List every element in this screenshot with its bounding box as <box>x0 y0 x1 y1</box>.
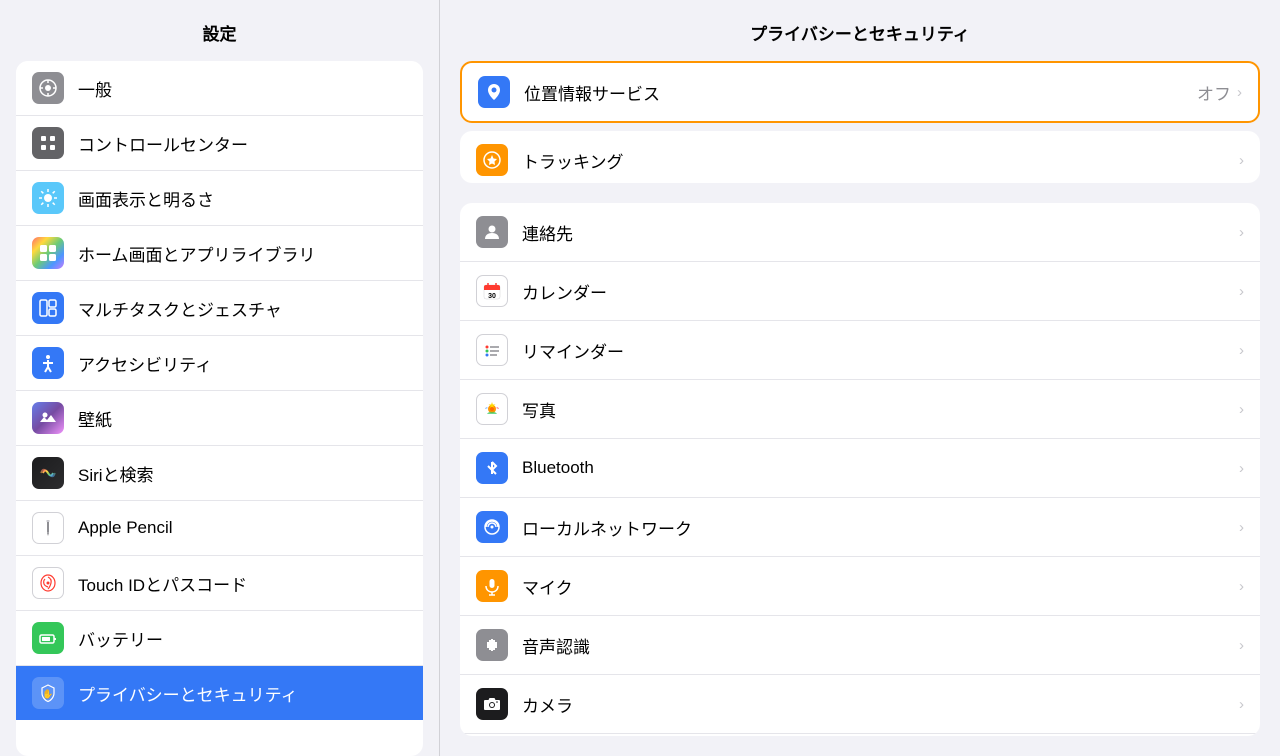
siri-icon <box>32 457 64 489</box>
battery-icon <box>32 622 64 654</box>
section-item-calendar[interactable]: 30 カレンダー › <box>460 262 1260 321</box>
sidebar-item-multitask[interactable]: マルチタスクとジェスチャ <box>16 281 423 336</box>
contacts-icon <box>476 216 508 248</box>
display-icon <box>32 182 64 214</box>
sidebar-item-wallpaper[interactable]: 壁紙 <box>16 391 423 446</box>
main-content: プライバシーとセキュリティ 位置情報サービス オフ › <box>440 0 1280 756</box>
sidebar-item-privacy-label: プライバシーとセキュリティ <box>78 681 298 706</box>
sidebar-item-accessibility[interactable]: アクセシビリティ <box>16 336 423 391</box>
section-item-mic[interactable]: マイク › <box>460 557 1260 616</box>
section-item-localnet-label: ローカルネットワーク <box>522 515 1239 540</box>
sidebar-item-home-label: ホーム画面とアプリライブラリ <box>78 241 316 266</box>
section-item-photos[interactable]: 写真 › <box>460 380 1260 439</box>
sidebar-item-pencil[interactable]: Apple Pencil <box>16 501 423 556</box>
section-item-localnet[interactable]: ローカルネットワーク › <box>460 498 1260 557</box>
localnet-chevron: › <box>1239 519 1244 536</box>
section-item-contacts-label: 連絡先 <box>522 220 1239 245</box>
section-item-voice-label: 音声認識 <box>522 633 1239 658</box>
wallpaper-icon <box>32 402 64 434</box>
section-item-tracking[interactable]: トラッキング › <box>460 131 1260 183</box>
camera-icon <box>476 688 508 720</box>
bluetooth-chevron: › <box>1239 460 1244 477</box>
location-icon <box>478 76 510 108</box>
tracking-icon <box>476 144 508 176</box>
mic-chevron: › <box>1239 578 1244 595</box>
camera-chevron: › <box>1239 696 1244 713</box>
section-item-location-value: オフ <box>1197 80 1231 105</box>
section-item-photos-label: 写真 <box>522 397 1239 422</box>
sidebar-item-touchid[interactable]: Touch IDとパスコード <box>16 556 423 611</box>
sidebar-item-battery[interactable]: バッテリー <box>16 611 423 666</box>
svg-text:✋: ✋ <box>42 688 53 699</box>
section-item-calendar-label: カレンダー <box>522 279 1239 304</box>
calendar-icon: 30 <box>476 275 508 307</box>
sidebar-title: 設定 <box>0 0 439 61</box>
bluetooth-icon <box>476 452 508 484</box>
section-item-health[interactable]: ヘルスケア › <box>460 734 1260 736</box>
location-chevron: › <box>1237 84 1242 101</box>
sidebar-item-pencil-label: Apple Pencil <box>78 518 173 538</box>
svg-text:30: 30 <box>488 293 496 300</box>
sidebar-item-touchid-label: Touch IDとパスコード <box>78 571 247 596</box>
accessibility-icon <box>32 347 64 379</box>
voice-chevron: › <box>1239 637 1244 654</box>
section-item-bluetooth[interactable]: Bluetooth › <box>460 439 1260 498</box>
section-item-voice[interactable]: 音声認識 › <box>460 616 1260 675</box>
sidebar-item-multitask-label: マルチタスクとジェスチャ <box>78 296 282 321</box>
section-item-camera[interactable]: カメラ › <box>460 675 1260 734</box>
sidebar-item-display[interactable]: 画面表示と明るさ <box>16 171 423 226</box>
touchid-icon-bg <box>32 567 64 599</box>
pencil-icon-bg <box>32 512 64 544</box>
photos-chevron: › <box>1239 401 1244 418</box>
section-item-reminders-label: リマインダー <box>522 338 1239 363</box>
section-item-contacts[interactable]: 連絡先 › <box>460 203 1260 262</box>
section-item-bluetooth-label: Bluetooth <box>522 458 1239 478</box>
sidebar-item-privacy[interactable]: ✋ プライバシーとセキュリティ <box>16 666 423 720</box>
sidebar-item-siri[interactable]: Siriと検索 <box>16 446 423 501</box>
sidebar-list: 一般 コントロールセンター <box>16 61 423 756</box>
main-title: プライバシーとセキュリティ <box>460 20 1260 61</box>
general-icon <box>32 72 64 104</box>
sidebar: 設定 一般 <box>0 0 440 756</box>
tracking-chevron: › <box>1239 152 1244 169</box>
contacts-chevron: › <box>1239 224 1244 241</box>
section-item-mic-label: マイク <box>522 574 1239 599</box>
sidebar-item-general-label: 一般 <box>78 76 112 101</box>
privacy-permissions-section: 連絡先 › 30 カレンダー › <box>460 203 1260 736</box>
sidebar-item-general[interactable]: 一般 <box>16 61 423 116</box>
section-item-camera-label: カメラ <box>522 692 1239 717</box>
sidebar-item-battery-label: バッテリー <box>78 626 163 651</box>
control-icon <box>32 127 64 159</box>
home-icon <box>32 237 64 269</box>
photos-icon <box>476 393 508 425</box>
calendar-chevron: › <box>1239 283 1244 300</box>
localnet-icon <box>476 511 508 543</box>
reminders-chevron: › <box>1239 342 1244 359</box>
sidebar-item-display-label: 画面表示と明るさ <box>78 186 214 211</box>
section-item-tracking-label: トラッキング <box>522 148 1239 173</box>
sidebar-item-control-label: コントロールセンター <box>78 131 248 156</box>
section-item-reminders[interactable]: リマインダー › <box>460 321 1260 380</box>
section-item-location-label: 位置情報サービス <box>524 80 1197 105</box>
sidebar-item-control[interactable]: コントロールセンター <box>16 116 423 171</box>
reminders-icon <box>476 334 508 366</box>
mic-icon <box>476 570 508 602</box>
sidebar-item-accessibility-label: アクセシビリティ <box>78 351 212 376</box>
section-item-location[interactable]: 位置情報サービス オフ › <box>462 63 1258 121</box>
voice-icon <box>476 629 508 661</box>
multitask-icon <box>32 292 64 324</box>
sidebar-item-home[interactable]: ホーム画面とアプリライブラリ <box>16 226 423 281</box>
privacy-icon-bg: ✋ <box>32 677 64 709</box>
sidebar-item-siri-label: Siriと検索 <box>78 461 154 486</box>
sidebar-item-wallpaper-label: 壁紙 <box>78 406 112 431</box>
